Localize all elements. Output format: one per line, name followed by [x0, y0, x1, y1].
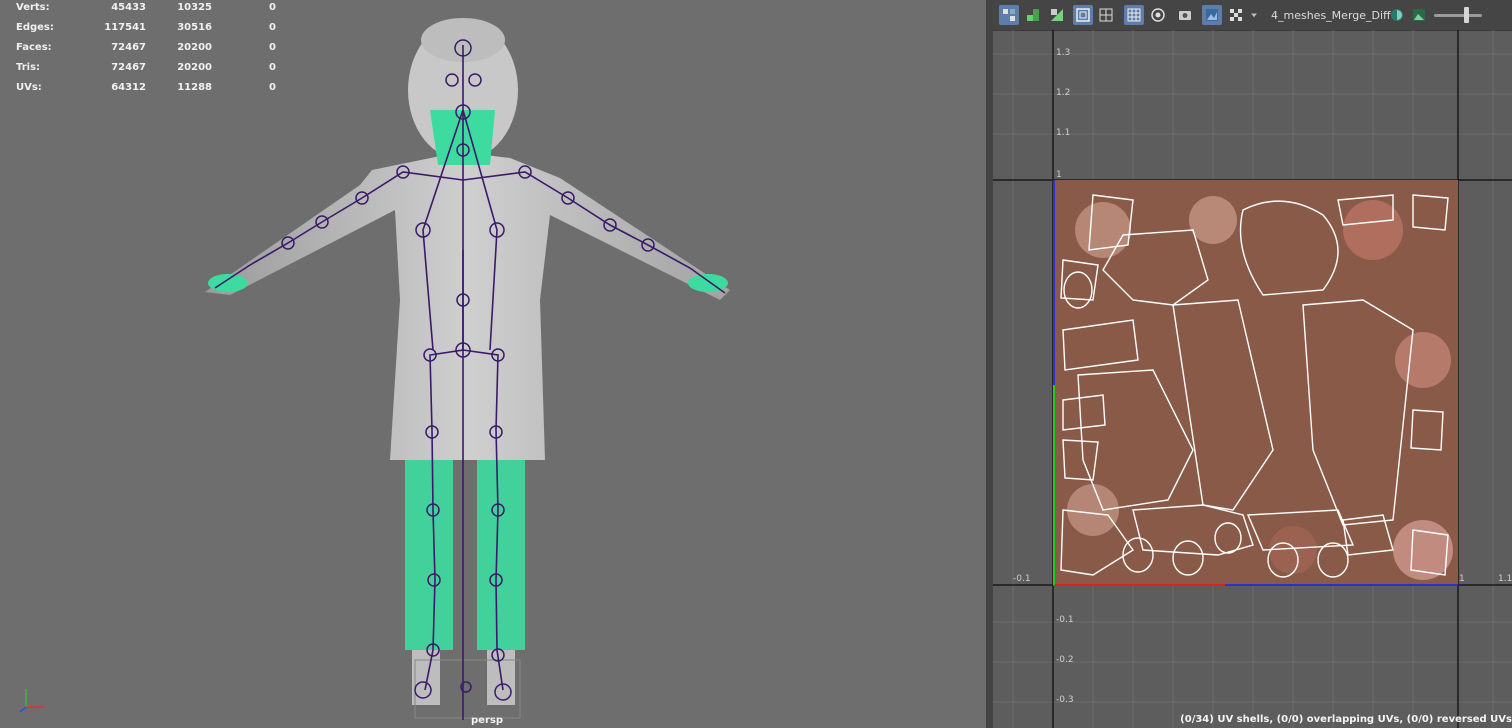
- checker-icon[interactable]: [1226, 5, 1246, 25]
- gamma-slider-handle[interactable]: [1464, 7, 1469, 23]
- v-tick: 1.3: [1056, 48, 1071, 58]
- v-tick: 1.2: [1056, 88, 1071, 98]
- u-tick: 1.1: [1498, 574, 1512, 584]
- image-icon[interactable]: [1409, 5, 1429, 25]
- image-display-icon[interactable]: [1202, 5, 1222, 25]
- gamma-slider[interactable]: [1434, 14, 1482, 17]
- exposure-icon[interactable]: [1387, 5, 1407, 25]
- uv-shell-icon[interactable]: [999, 5, 1019, 25]
- snapshot-icon[interactable]: [1175, 5, 1195, 25]
- v-tick: -0.2: [1056, 655, 1074, 665]
- viewport-3d[interactable]: Verts: 45433 10325 0 Edges: 117541 30516…: [0, 0, 986, 728]
- v-tick: 1: [1056, 170, 1062, 180]
- u-tick: -0.1: [1013, 574, 1031, 584]
- grid-icon[interactable]: [1096, 5, 1116, 25]
- camera-name-label: persp: [471, 715, 503, 726]
- v-tick: 1.1: [1056, 128, 1071, 138]
- uv-toolbar: 4_meshes_Merge_Diff: [993, 0, 1512, 31]
- checker-grid-icon[interactable]: [1023, 5, 1043, 25]
- grid-toggle-icon[interactable]: [1124, 5, 1144, 25]
- uv-editor-panel[interactable]: 4_meshes_Merge_Diff 1.3 1.2 1.1 1 -0.1 -…: [993, 0, 1512, 728]
- pivot-icon[interactable]: [1148, 5, 1168, 25]
- texture-name[interactable]: 4_meshes_Merge_Diff: [1271, 9, 1391, 22]
- shaded-icon[interactable]: [1047, 5, 1067, 25]
- u-tick: 1: [1459, 574, 1465, 584]
- pane-divider[interactable]: [986, 0, 993, 728]
- uv-status-bar: (0/34) UV shells, (0/0) overlapping UVs,…: [1180, 714, 1512, 725]
- xyz-axis-icon: [19, 689, 44, 713]
- frame-icon[interactable]: [1073, 5, 1093, 25]
- character-model[interactable]: [0, 0, 986, 728]
- v-tick: -0.3: [1056, 695, 1074, 705]
- dropdown-icon[interactable]: [1248, 5, 1260, 25]
- v-tick: -0.1: [1056, 615, 1074, 625]
